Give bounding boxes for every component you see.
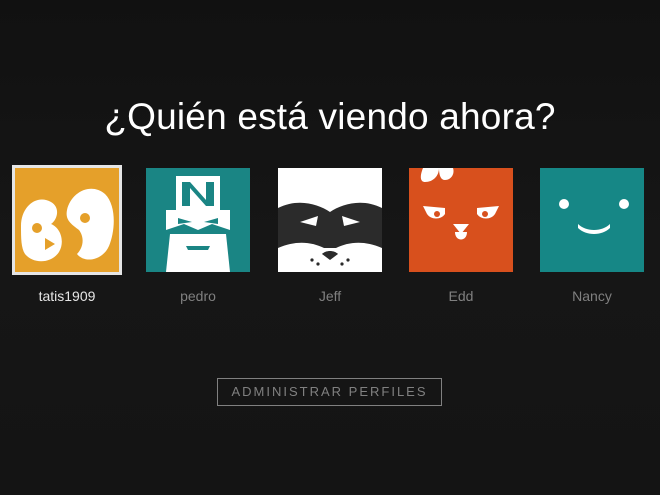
profile-gate-page: ¿Quién está viendo ahora? tatis1909 pedr… xyxy=(0,0,660,495)
chicken-avatar-icon xyxy=(409,168,513,272)
profile-name[interactable]: Jeff xyxy=(275,288,385,304)
profile-avatar[interactable] xyxy=(275,165,385,275)
profile-avatar[interactable] xyxy=(143,165,253,275)
profile-item-tatis1909[interactable]: tatis1909 xyxy=(12,165,122,304)
profile-name[interactable]: pedro xyxy=(143,288,253,304)
profile-item-edd[interactable]: Edd xyxy=(406,165,516,304)
smiley-avatar-icon xyxy=(540,168,644,272)
profile-avatar[interactable] xyxy=(406,165,516,275)
profile-item-nancy[interactable]: Nancy xyxy=(537,165,647,304)
raccoon-avatar-icon xyxy=(278,168,382,272)
profile-avatar[interactable] xyxy=(12,165,122,275)
penguin-avatar-icon xyxy=(15,168,119,272)
profile-name[interactable]: tatis1909 xyxy=(12,288,122,304)
page-title: ¿Quién está viendo ahora? xyxy=(104,96,556,137)
wrestler-avatar-icon xyxy=(146,168,250,272)
profile-list: tatis1909 pedro Jeff Edd Nancy xyxy=(0,165,660,315)
manage-profiles-button[interactable]: ADMINISTRAR PERFILES xyxy=(217,378,442,406)
profile-item-jeff[interactable]: Jeff xyxy=(275,165,385,304)
profile-name[interactable]: Edd xyxy=(406,288,516,304)
profile-item-pedro[interactable]: pedro xyxy=(143,165,253,304)
profile-avatar[interactable] xyxy=(537,165,647,275)
profile-name[interactable]: Nancy xyxy=(537,288,647,304)
